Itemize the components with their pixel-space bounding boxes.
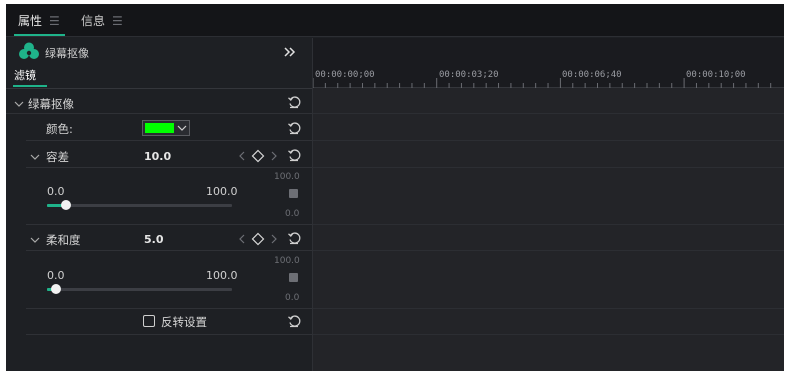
tolerance-min: 0.0 [47,185,65,198]
softness-slider[interactable] [47,288,232,291]
menu-icon[interactable]: ☰ [112,14,123,28]
next-keyframe-icon [271,234,277,244]
green-screen-logo-icon [19,42,39,59]
app-window: 属性 ☰ 信息 ☰ 绿幕抠像 滤镜 绿幕抠像 颜色: 容差 10.0 0.0 1… [6,4,784,371]
softness-slider-handle[interactable] [51,284,62,294]
reset-icon[interactable] [287,148,301,162]
chevron-down-icon[interactable] [30,235,40,245]
keyframe-controls [239,149,277,163]
timeline-row-divider [313,224,784,225]
ruler-tick-label: 00:00:10;00 [686,70,746,80]
active-tab-indicator [14,34,65,36]
timeline-row-divider [313,308,784,309]
divider [6,88,312,89]
tab-properties[interactable]: 属性 ☰ [18,4,60,37]
curve-graph-icon[interactable] [289,273,298,282]
timeline-ruler[interactable]: 00:00:00;00 00:00:03;20 00:00:06;40 00:0… [313,38,784,88]
keyframe-diamond-icon [251,232,265,246]
properties-panel: 绿幕抠像 滤镜 绿幕抠像 颜色: 容差 10.0 0.0 100.0 100.0… [6,38,312,371]
reset-icon[interactable] [287,314,301,328]
menu-icon[interactable]: ☰ [49,14,60,28]
timeline-row-divider [313,140,784,141]
color-label: 颜色: [46,122,73,136]
color-picker[interactable] [142,120,190,136]
tab-properties-label: 属性 [18,14,43,28]
chevron-down-icon [177,125,187,131]
curve-graph-icon[interactable] [289,189,298,198]
ruler-tick-label: 00:00:03;20 [439,70,499,80]
invert-checkbox[interactable] [143,315,155,327]
row-divider [26,167,312,168]
subtab-filter[interactable]: 滤镜 [14,67,36,83]
tolerance-graph-top: 100.0 [274,172,300,182]
softness-graph-top: 100.0 [274,256,300,266]
tab-info[interactable]: 信息 ☰ [81,4,123,37]
softness-min: 0.0 [47,269,65,282]
keyframe-diamond-icon [251,149,265,163]
tolerance-max: 100.0 [206,185,238,198]
tolerance-graph-bottom: 0.0 [285,209,300,219]
subtab-indicator [13,85,47,87]
tolerance-label: 容差 [46,150,69,164]
next-keyframe-icon [271,151,277,161]
chevron-down-icon[interactable] [30,152,40,162]
prev-keyframe-icon [239,234,245,244]
timeline-row-divider [313,113,784,114]
row-divider [26,140,312,141]
softness-graph-bottom: 0.0 [285,293,300,303]
tolerance-value[interactable]: 10.0 [144,150,171,163]
section-title: 绿幕抠像 [28,97,74,111]
keyframe-controls [239,232,277,246]
tab-info-label: 信息 [81,14,106,28]
softness-max: 100.0 [206,269,238,282]
prev-keyframe-icon [239,151,245,161]
reset-icon[interactable] [287,95,301,109]
keyframe-timeline: 00:00:00;00 00:00:03;20 00:00:06;40 00:0… [312,38,784,371]
reset-icon[interactable] [287,231,301,245]
panel-tab-bar: 属性 ☰ 信息 ☰ [6,4,784,37]
ruler-tick-label: 00:00:06;40 [562,70,622,80]
effect-title: 绿幕抠像 [45,47,89,60]
tolerance-slider[interactable] [47,204,232,207]
row-divider [26,334,312,335]
color-swatch [145,123,174,133]
double-chevron-right-icon[interactable] [283,46,297,58]
chevron-down-icon[interactable] [14,99,24,109]
invert-label: 反转设置 [161,315,207,329]
softness-value[interactable]: 5.0 [144,233,164,246]
row-divider [26,250,312,251]
reset-icon[interactable] [287,121,301,135]
row-divider [26,308,312,309]
timeline-row-divider [313,250,784,251]
tolerance-slider-handle[interactable] [60,200,71,210]
softness-label: 柔和度 [46,233,81,247]
ruler-tick-label: 00:00:00;00 [315,70,375,80]
row-divider [26,224,312,225]
timeline-row-divider [313,167,784,168]
timeline-row-divider [313,334,784,335]
row-divider [6,113,312,114]
